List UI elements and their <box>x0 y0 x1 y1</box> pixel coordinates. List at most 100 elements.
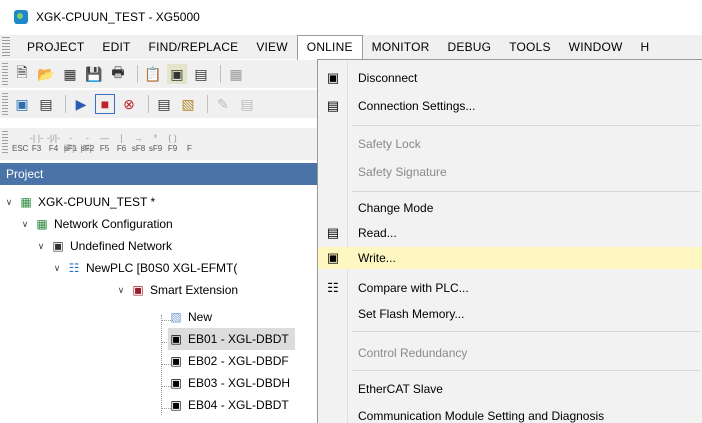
new-module-icon: ▧ <box>170 310 182 324</box>
menu-edit[interactable]: EDIT <box>93 35 139 59</box>
open-folder-icon[interactable]: 📂 <box>36 64 56 84</box>
menubar-grip[interactable] <box>2 37 10 57</box>
menu-monitor[interactable]: MONITOR <box>363 35 439 59</box>
contact-positive-button[interactable]: -|P|- sF1 <box>63 131 78 157</box>
menu-window[interactable]: WINDOW <box>560 35 632 59</box>
online-toolbar: ▣ ▤ ▶ ■ ⊗ ▤ ▧ ✎ ▤ <box>0 90 320 118</box>
menu-item-ethercat-slave[interactable]: EtherCAT Slave <box>318 378 702 400</box>
network-config-icon: ▦ <box>36 217 48 231</box>
plc-icon[interactable]: ▤ <box>36 94 56 114</box>
menu-item-connection-settings[interactable]: ▤ Connection Settings... <box>318 95 702 117</box>
contact-nc-button[interactable]: -|/|- F4 <box>46 131 61 157</box>
contact-no-button[interactable]: -| |- F3 <box>29 131 44 157</box>
tree-item-new[interactable]: ▧ New <box>168 306 212 328</box>
tree-item-eb03[interactable]: ▣ EB03 - XGL-DBDH <box>168 372 290 394</box>
grid-icon[interactable]: ▦ <box>226 64 246 84</box>
run-icon[interactable]: ▶ <box>71 94 91 114</box>
horizontal-line-button[interactable]: — F5 <box>97 131 112 157</box>
menu-item-compare[interactable]: ☷ Compare with PLC... <box>318 277 702 299</box>
toolbar-separator <box>220 65 221 83</box>
menu-tools[interactable]: TOOLS <box>500 35 559 59</box>
tree-item-undefined-network[interactable]: ∨ ▣ Undefined Network <box>36 235 172 257</box>
toolbar-separator <box>148 95 149 113</box>
tree-item-project[interactable]: ∨ ▦ XGK-CPUUN_TEST * <box>4 191 155 213</box>
menu-find-replace[interactable]: FIND/REPLACE <box>140 35 248 59</box>
connect-line-button[interactable]: → sF8 <box>131 131 146 157</box>
menu-online[interactable]: ONLINE <box>296 35 363 60</box>
tree-item-eb01[interactable]: ▣ EB01 - XGL-DBDT <box>168 328 295 350</box>
tree-item-label: EB04 - XGL-DBDT <box>188 398 289 412</box>
menu-separator <box>352 331 700 332</box>
connect-icon[interactable]: ▣ <box>167 64 187 84</box>
tree-item-eb02[interactable]: ▣ EB02 - XGL-DBDF <box>168 350 288 372</box>
tree-item-label: Network Configuration <box>54 217 173 231</box>
tree-item-label: XGK-CPUUN_TEST * <box>38 195 156 209</box>
tree-item-network-configuration[interactable]: ∨ ▦ Network Configuration <box>20 213 173 235</box>
network-icon: ▣ <box>52 239 64 253</box>
menu-separator <box>352 191 700 192</box>
plc-network-icon: ☷ <box>68 261 80 275</box>
menu-item-read[interactable]: ▤ Read... <box>318 222 702 244</box>
tree-item-eb04[interactable]: ▣ EB04 - XGL-DBDT <box>168 394 289 416</box>
tree-item-newplc[interactable]: ∨ ☷ NewPLC [B0S0 XGL-EFMT( <box>52 257 238 279</box>
toolbar-separator <box>65 95 66 113</box>
module-icon: ▣ <box>170 354 182 368</box>
menu-item-control-redundancy[interactable]: Control Redundancy <box>318 342 702 364</box>
monitor-icon[interactable]: ▣ <box>12 94 32 114</box>
ladder-toolbar: ESC -| |- F3 -|/|- F4 -|P|- sF1 -|N|- sF2 — F… <box>0 128 320 160</box>
connection-settings-icon[interactable]: ▤ <box>191 64 211 84</box>
module-icon: ▣ <box>170 332 182 346</box>
open-project-icon[interactable]: ▦ <box>60 64 80 84</box>
window-title: XGK-CPUUN_TEST - XG5000 <box>36 9 200 24</box>
program-icon[interactable]: ▧ <box>178 94 198 114</box>
menu-item-set-flash-memory[interactable]: Set Flash Memory... <box>318 303 702 325</box>
vertical-line-button[interactable]: | F6 <box>114 131 129 157</box>
menu-item-safety-lock[interactable]: Safety Lock <box>318 133 702 155</box>
disconnect-icon: ▣ <box>326 70 340 85</box>
menu-debug[interactable]: DEBUG <box>439 35 501 59</box>
menu-help[interactable]: H <box>632 35 659 59</box>
standard-toolbar: 🗎 📂 ▦ 💾 🖶 📋 ▣ ▤ ▦ <box>0 60 320 88</box>
toolbar-grip[interactable] <box>2 63 8 85</box>
module-icon[interactable]: ▤ <box>154 94 174 114</box>
stop-icon[interactable]: ■ <box>95 94 115 114</box>
edit-disabled-icon[interactable]: ✎ <box>213 94 233 114</box>
project-panel-header: Project <box>0 163 320 185</box>
contact-negative-button[interactable]: -|N|- sF2 <box>80 131 95 157</box>
online-dropdown-menu: ▣ Disconnect ▤ Connection Settings... Sa… <box>317 59 702 423</box>
menu-item-write[interactable]: ▣ Write... <box>318 247 702 269</box>
menu-item-comm-module[interactable]: Communication Module Setting and Diagnos… <box>318 405 702 423</box>
tree-item-label: Smart Extension <box>150 283 239 297</box>
toolbar-grip[interactable] <box>2 93 8 115</box>
menu-view[interactable]: VIEW <box>247 35 296 59</box>
connection-settings-icon: ▤ <box>326 98 340 113</box>
device-disabled-icon[interactable]: ▤ <box>237 94 257 114</box>
chevron-down-icon[interactable]: ∨ <box>116 285 126 296</box>
print-icon[interactable]: 🖶 <box>108 64 128 84</box>
esc-key-button[interactable]: ESC <box>12 131 28 157</box>
coil-button[interactable]: ( ) F9 <box>165 131 180 157</box>
tree-item-label: EB03 - XGL-DBDH <box>188 376 291 390</box>
save-icon[interactable]: 💾 <box>84 64 104 84</box>
module-icon: ▣ <box>170 376 182 390</box>
menu-item-disconnect[interactable]: ▣ Disconnect <box>318 67 702 89</box>
chevron-down-icon[interactable]: ∨ <box>36 241 46 252</box>
chevron-down-icon[interactable]: ∨ <box>52 263 62 274</box>
chevron-down-icon[interactable]: ∨ <box>20 219 30 230</box>
clipboard-icon[interactable]: 📋 <box>143 64 163 84</box>
invert-button[interactable]: * sF9 <box>148 131 163 157</box>
menu-item-change-mode[interactable]: Change Mode <box>318 197 702 219</box>
new-file-icon[interactable]: 🗎 <box>12 64 32 84</box>
chevron-down-icon[interactable]: ∨ <box>4 197 14 208</box>
module-icon: ▣ <box>170 398 182 412</box>
toolbar-grip[interactable] <box>2 131 8 153</box>
menu-item-safety-signature[interactable]: Safety Signature <box>318 161 702 183</box>
tree-item-smart-extension[interactable]: ∨ ▣ Smart Extension <box>116 279 238 301</box>
project-tree: ∨ ▦ XGK-CPUUN_TEST * ∨ ▦ Network Configu… <box>0 185 320 423</box>
read-icon: ▤ <box>326 225 340 240</box>
clear-icon[interactable]: ⊗ <box>119 94 139 114</box>
tree-item-label: New <box>188 310 213 324</box>
smart-extension-icon: ▣ <box>132 283 144 297</box>
more-key-button[interactable]: F <box>182 131 197 157</box>
menu-project[interactable]: PROJECT <box>18 35 93 59</box>
